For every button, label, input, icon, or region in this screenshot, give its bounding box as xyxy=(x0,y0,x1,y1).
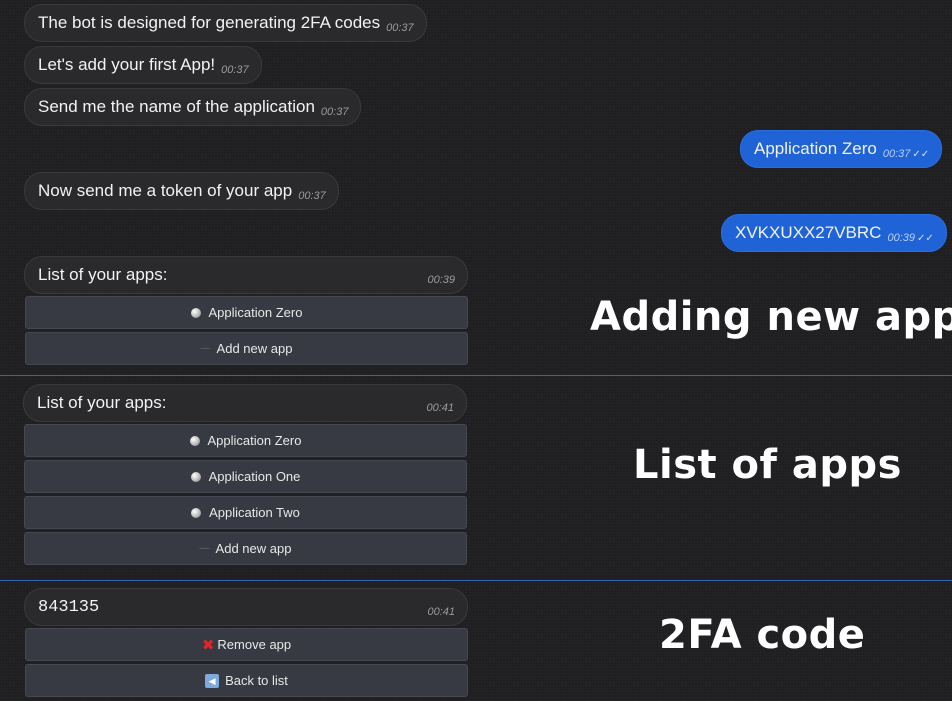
button-label: Application Two xyxy=(209,505,300,520)
message-time: 00:39 xyxy=(427,274,455,286)
message-time: 00:37 xyxy=(320,106,349,118)
app-button-application-two[interactable]: Application Two xyxy=(24,496,467,529)
message-time: 00:37 xyxy=(221,64,249,76)
section-caption: Adding new app xyxy=(590,294,952,340)
message-text: Send me the name of the application xyxy=(38,97,315,116)
code-message: 843135 00:41 xyxy=(24,588,468,626)
message-time: 00:37 xyxy=(298,190,326,202)
app-dot-icon xyxy=(190,471,201,482)
message-text: List of your apps: xyxy=(37,393,167,412)
bot-message: Let's add your first App! 00:37 xyxy=(24,46,262,84)
message-time: 00:41 xyxy=(427,606,455,618)
message-text: Now send me a token of your app xyxy=(38,181,293,200)
code-text: 843135 xyxy=(38,597,100,617)
button-label: Add new app xyxy=(215,541,292,556)
user-message: Application Zero 00:37 ✓✓ xyxy=(740,130,943,168)
back-arrow-icon: ◀ xyxy=(205,673,220,688)
read-receipt-icon: ✓✓ xyxy=(916,232,934,244)
section-divider xyxy=(0,580,952,581)
remove-x-icon: ✖ xyxy=(201,636,215,654)
apps-list-message: List of your apps: 00:39 xyxy=(24,256,468,294)
app-dot-icon xyxy=(191,507,202,518)
back-to-list-button[interactable]: ◀ Back to list xyxy=(25,664,468,697)
message-text: XVKXUXX27VBRC xyxy=(735,223,882,242)
section-caption: List of apps xyxy=(633,442,902,488)
app-button-application-zero[interactable]: Application Zero xyxy=(25,296,468,329)
message-time: 00:41 xyxy=(426,402,454,414)
message-time: 00:39 xyxy=(887,232,915,244)
bot-message: The bot is designed for generating 2FA c… xyxy=(24,4,427,42)
remove-app-button[interactable]: ✖ Remove app xyxy=(25,628,468,661)
button-label: Application Zero xyxy=(208,305,303,320)
section-caption: 2FA code xyxy=(659,612,866,658)
button-label: Application One xyxy=(208,469,301,484)
button-label: Add new app xyxy=(216,341,293,356)
bot-message: Now send me a token of your app 00:37 xyxy=(24,172,339,210)
add-new-app-button[interactable]: — Add new app xyxy=(24,532,467,565)
plus-icon: — xyxy=(199,543,210,554)
message-text: Let's add your first App! xyxy=(38,55,216,74)
message-text: Application Zero xyxy=(754,139,877,158)
apps-list-message: List of your apps: 00:41 xyxy=(23,384,467,422)
read-receipt-icon: ✓✓ xyxy=(912,148,930,160)
user-message: XVKXUXX27VBRC 00:39 ✓✓ xyxy=(721,214,947,252)
app-button-application-zero[interactable]: Application Zero xyxy=(24,424,467,457)
button-label: Remove app xyxy=(217,637,292,652)
message-text: List of your apps: xyxy=(38,265,168,284)
plus-icon: — xyxy=(200,343,211,354)
message-time: 00:37 xyxy=(882,148,911,160)
app-dot-icon xyxy=(190,307,201,318)
message-time: 00:37 xyxy=(386,22,414,34)
section-divider xyxy=(0,375,952,376)
add-new-app-button[interactable]: — Add new app xyxy=(25,332,468,365)
button-label: Application Zero xyxy=(207,433,302,448)
app-dot-icon xyxy=(189,435,200,446)
message-text: The bot is designed for generating 2FA c… xyxy=(38,13,381,32)
bot-message: Send me the name of the application 00:3… xyxy=(24,88,362,126)
app-button-application-one[interactable]: Application One xyxy=(24,460,467,493)
button-label: Back to list xyxy=(225,673,288,688)
